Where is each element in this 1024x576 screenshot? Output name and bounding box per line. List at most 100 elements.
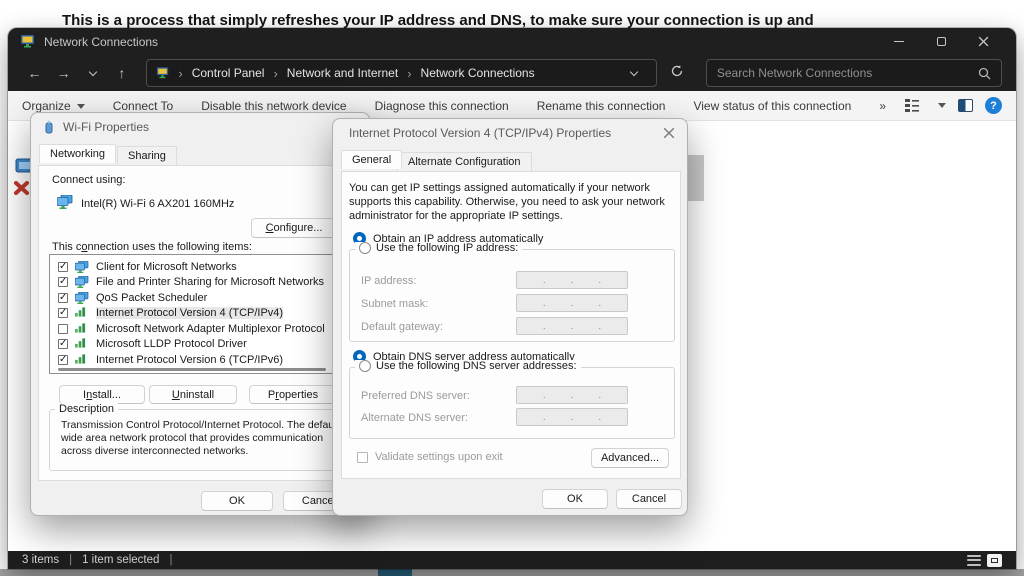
description-text: Transmission Control Protocol/Internet P… — [61, 419, 353, 458]
connection-items-list[interactable]: Client for Microsoft Networks File and P… — [49, 254, 361, 374]
crumb-separator: › — [405, 66, 413, 81]
ipv4-dialog-titlebar: Internet Protocol Version 4 (TCP/IPv4) P… — [333, 119, 687, 147]
location-icon — [156, 67, 169, 79]
list-item-selected[interactable]: Internet Protocol Version 4 (TCP/IPv4) — [54, 306, 348, 321]
organize-menu[interactable]: Organize — [22, 99, 99, 113]
recent-locations-chevron-icon[interactable] — [80, 71, 105, 75]
tab-sharing[interactable]: Sharing — [117, 146, 177, 166]
minimize-button[interactable] — [878, 28, 920, 55]
checkbox-checked[interactable] — [58, 277, 68, 287]
screenshot-root: This is a process that simply refreshes … — [0, 0, 1024, 576]
disable-device-button[interactable]: Disable this network device — [187, 99, 360, 113]
crumb-separator: › — [176, 66, 184, 81]
close-button[interactable] — [962, 28, 1004, 55]
toolbar-overflow-chevron[interactable]: » — [865, 99, 900, 113]
preview-pane-icon[interactable] — [958, 99, 973, 112]
ok-button[interactable]: OK — [542, 489, 608, 509]
horizontal-scrollbar[interactable] — [58, 368, 326, 371]
checkbox-checked[interactable] — [58, 339, 68, 349]
install-button[interactable]: Install... — [59, 385, 145, 404]
radio-use-ip-label: Use the following IP address: — [376, 242, 518, 254]
ipv4-intro-text: You can get IP settings assigned automat… — [349, 181, 675, 223]
ok-button[interactable]: OK — [201, 491, 273, 511]
list-item-label: File and Printer Sharing for Microsoft N… — [96, 276, 324, 288]
large-icons-view-icon[interactable] — [987, 554, 1002, 567]
list-item[interactable]: Microsoft Network Adapter Multiplexor Pr… — [54, 321, 348, 336]
checkbox-checked[interactable] — [58, 308, 68, 318]
protocol-icon — [75, 323, 89, 335]
alternate-dns-label: Alternate DNS server: — [361, 412, 468, 424]
forward-icon[interactable]: → — [51, 65, 76, 81]
checkbox-checked[interactable] — [58, 293, 68, 303]
connect-using-label: Connect using: — [52, 174, 125, 186]
search-input[interactable] — [717, 66, 978, 80]
details-view-icon[interactable] — [967, 555, 981, 566]
properties-button[interactable]: Properties — [249, 385, 337, 404]
ip-address-field[interactable]: . . . — [516, 271, 628, 289]
wifi-dialog-title: Wi-Fi Properties — [63, 120, 149, 134]
list-item[interactable]: File and Printer Sharing for Microsoft N… — [54, 275, 348, 290]
preferred-dns-label: Preferred DNS server: — [361, 390, 470, 402]
change-view-icon[interactable] — [905, 99, 920, 112]
adapter-name: Intel(R) Wi-Fi 6 AX201 160MHz — [81, 198, 234, 210]
dialog-close-icon[interactable] — [663, 127, 675, 139]
view-dropdown-icon[interactable] — [938, 103, 946, 108]
checkbox-checked[interactable] — [58, 262, 68, 272]
help-icon[interactable]: ? — [985, 97, 1002, 114]
wifi-dialog-titlebar: Wi-Fi Properties — [31, 113, 369, 141]
client-service-icon — [75, 276, 89, 288]
tab-alternate-configuration[interactable]: Alternate Configuration — [397, 152, 532, 172]
items-count: 3 items — [22, 554, 59, 566]
radio-use-dns-unselected[interactable] — [359, 360, 371, 372]
rename-connection-button[interactable]: Rename this connection — [523, 99, 680, 113]
breadcrumb[interactable]: › Control Panel › Network and Internet ›… — [146, 59, 656, 87]
uninstall-button[interactable]: Uninstall — [149, 385, 237, 404]
breadcrumb-control-panel[interactable]: Control Panel — [192, 66, 265, 80]
list-item[interactable]: Microsoft LLDP Protocol Driver — [54, 337, 348, 352]
wifi-properties-dialog: Wi-Fi Properties Networking Sharing Conn… — [30, 112, 370, 516]
connection-items-label: This connection uses the following items… — [52, 241, 252, 253]
address-dropdown-chevron-icon[interactable] — [621, 71, 647, 75]
diagnose-connection-button[interactable]: Diagnose this connection — [361, 99, 523, 113]
alternate-dns-field[interactable]: . . . — [516, 408, 628, 426]
list-item[interactable]: QoS Packet Scheduler — [54, 290, 348, 305]
tab-general[interactable]: General — [341, 150, 402, 169]
default-gateway-label: Default gateway: — [361, 321, 443, 333]
checkbox-unchecked[interactable] — [58, 324, 68, 334]
list-item[interactable]: Internet Protocol Version 6 (TCP/IPv6) — [54, 352, 348, 367]
breadcrumb-network-and-internet[interactable]: Network and Internet — [287, 66, 398, 80]
radio-use-ip-unselected[interactable] — [359, 242, 371, 254]
refresh-icon[interactable] — [665, 64, 690, 83]
organize-dropdown-icon — [77, 104, 85, 109]
default-gateway-field[interactable]: . . . — [516, 317, 628, 335]
client-service-icon — [75, 292, 89, 304]
page-progress-indicator[interactable] — [378, 569, 412, 576]
back-icon[interactable]: ← — [22, 65, 47, 81]
cancel-button[interactable]: Cancel — [616, 489, 682, 509]
ipv4-dialog-title: Internet Protocol Version 4 (TCP/IPv4) P… — [349, 126, 611, 140]
advanced-button[interactable]: Advanced... — [591, 448, 669, 468]
background-item-fragment — [688, 155, 704, 201]
close-icon — [978, 36, 989, 47]
subnet-mask-field[interactable]: . . . — [516, 294, 628, 312]
checkbox-checked[interactable] — [58, 355, 68, 365]
configure-button[interactable]: Configure... — [251, 218, 337, 238]
article-text: This is a process that simply refreshes … — [62, 12, 814, 28]
up-icon[interactable]: ↑ — [109, 65, 134, 81]
list-item[interactable]: Client for Microsoft Networks — [54, 259, 348, 274]
address-bar: ← → ↑ › Control Panel › Network and Inte… — [8, 55, 1016, 91]
subnet-mask-label: Subnet mask: — [361, 298, 428, 310]
preferred-dns-field[interactable]: . . . — [516, 386, 628, 404]
crumb-separator: › — [271, 66, 279, 81]
protocol-icon — [75, 307, 89, 319]
tab-networking[interactable]: Networking — [39, 144, 116, 163]
status-bar: 3 items | 1 item selected | — [8, 551, 1016, 569]
view-status-button[interactable]: View status of this connection — [679, 99, 865, 113]
validate-checkbox-unchecked[interactable] — [357, 452, 368, 463]
wifi-adapter-icon — [43, 120, 55, 134]
protocol-icon — [75, 354, 89, 366]
breadcrumb-network-connections[interactable]: Network Connections — [421, 66, 535, 80]
connect-to-button[interactable]: Connect To — [99, 99, 188, 113]
maximize-button[interactable] — [920, 28, 962, 55]
status-separator: | — [169, 554, 172, 566]
